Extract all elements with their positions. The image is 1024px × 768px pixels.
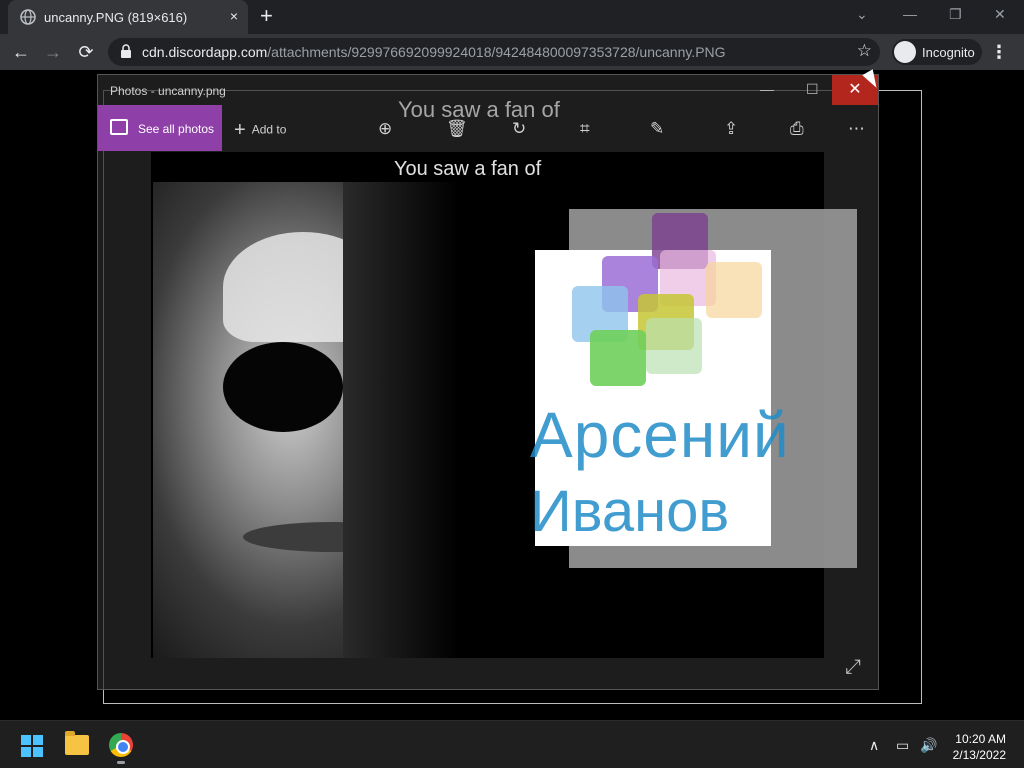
globe-icon	[20, 9, 36, 25]
print-icon[interactable]: ⎙	[790, 119, 804, 139]
logo-square-peach	[706, 262, 762, 318]
plus-icon: +	[234, 119, 246, 141]
clock-date: 2/13/2022	[952, 748, 1006, 762]
minimize-button[interactable]: —	[903, 6, 917, 22]
logo-square-lightgreen	[646, 318, 702, 374]
photos-minimize-button[interactable]: —	[760, 81, 774, 97]
rotate-icon[interactable]: ↻	[512, 119, 526, 139]
back-button[interactable]: ←	[10, 41, 32, 63]
start-windows-icon[interactable]	[21, 735, 43, 757]
incognito-icon	[894, 41, 916, 63]
url-text[interactable]: cdn.discordapp.com/attachments/929976692…	[142, 44, 726, 60]
system-clock[interactable]: 10:20 AM 2/13/2022	[953, 731, 1006, 763]
forward-button[interactable]: →	[42, 41, 64, 63]
see-all-label: See all photos	[138, 122, 215, 136]
chrome-taskbar-icon[interactable]	[109, 733, 133, 757]
volume-icon[interactable]: 🔊	[920, 737, 937, 754]
delete-icon[interactable]: 🗑	[446, 119, 468, 139]
fullscreen-expand-icon[interactable]: ⤢	[845, 656, 861, 679]
uncanny-face-image	[153, 182, 459, 658]
name-first-line: Арсений	[530, 399, 790, 471]
add-to-button[interactable]: + Add to	[234, 119, 286, 142]
incognito-label: Incognito	[922, 45, 975, 60]
clock-time: 10:20 AM	[955, 732, 1006, 746]
photos-gallery-icon	[110, 119, 128, 135]
meme-caption: You saw a fan of	[394, 158, 542, 180]
photos-maximize-button[interactable]: ☐	[806, 81, 819, 98]
logo-square-green	[590, 330, 646, 386]
tab-title: uncanny.PNG (819×616)	[44, 10, 188, 25]
see-all-photos-button[interactable]: See all photos	[98, 105, 222, 151]
tab-search-icon[interactable]: ⌄	[856, 6, 868, 23]
tab-strip: uncanny.PNG (819×616) × + ⌄ — ❐ ✕	[0, 0, 1024, 34]
bookmark-star-icon[interactable]: ☆	[857, 41, 872, 61]
browser-tab[interactable]: uncanny.PNG (819×616) ×	[8, 0, 248, 34]
active-app-indicator	[117, 761, 125, 764]
edit-icon[interactable]: ✎	[650, 119, 664, 139]
network-icon[interactable]: ▭	[896, 737, 909, 754]
photos-title: Photos - uncanny.png	[110, 84, 226, 98]
incognito-badge[interactable]: Incognito	[892, 39, 982, 65]
lock-icon[interactable]	[120, 44, 132, 58]
crop-icon[interactable]: ⌗	[580, 119, 590, 139]
ghost-caption: You saw a fan of	[398, 97, 560, 122]
file-explorer-icon[interactable]	[65, 731, 89, 755]
maximize-button[interactable]: ❐	[949, 6, 962, 23]
browser-toolbar: ← → ⟳ cdn.discordapp.com/attachments/929…	[0, 34, 1024, 70]
more-icon[interactable]: ⋯	[848, 119, 865, 139]
name-second-line: Иванов	[530, 479, 730, 544]
close-window-button[interactable]: ✕	[994, 6, 1006, 23]
new-tab-button[interactable]: +	[260, 5, 273, 27]
share-icon[interactable]: ⇪	[724, 119, 738, 139]
zoom-in-icon[interactable]: ⊕	[378, 119, 392, 139]
tab-close-icon[interactable]: ×	[230, 8, 238, 24]
tray-overflow-chevron-icon[interactable]: ∧	[869, 737, 879, 754]
reload-button[interactable]: ⟳	[75, 41, 97, 63]
address-bar[interactable]: cdn.discordapp.com/attachments/929976692…	[108, 38, 880, 66]
browser-menu-icon[interactable]: ⋮	[990, 41, 1008, 63]
taskbar: ∧ ▭ 🔊 10:20 AM 2/13/2022	[0, 720, 1024, 768]
